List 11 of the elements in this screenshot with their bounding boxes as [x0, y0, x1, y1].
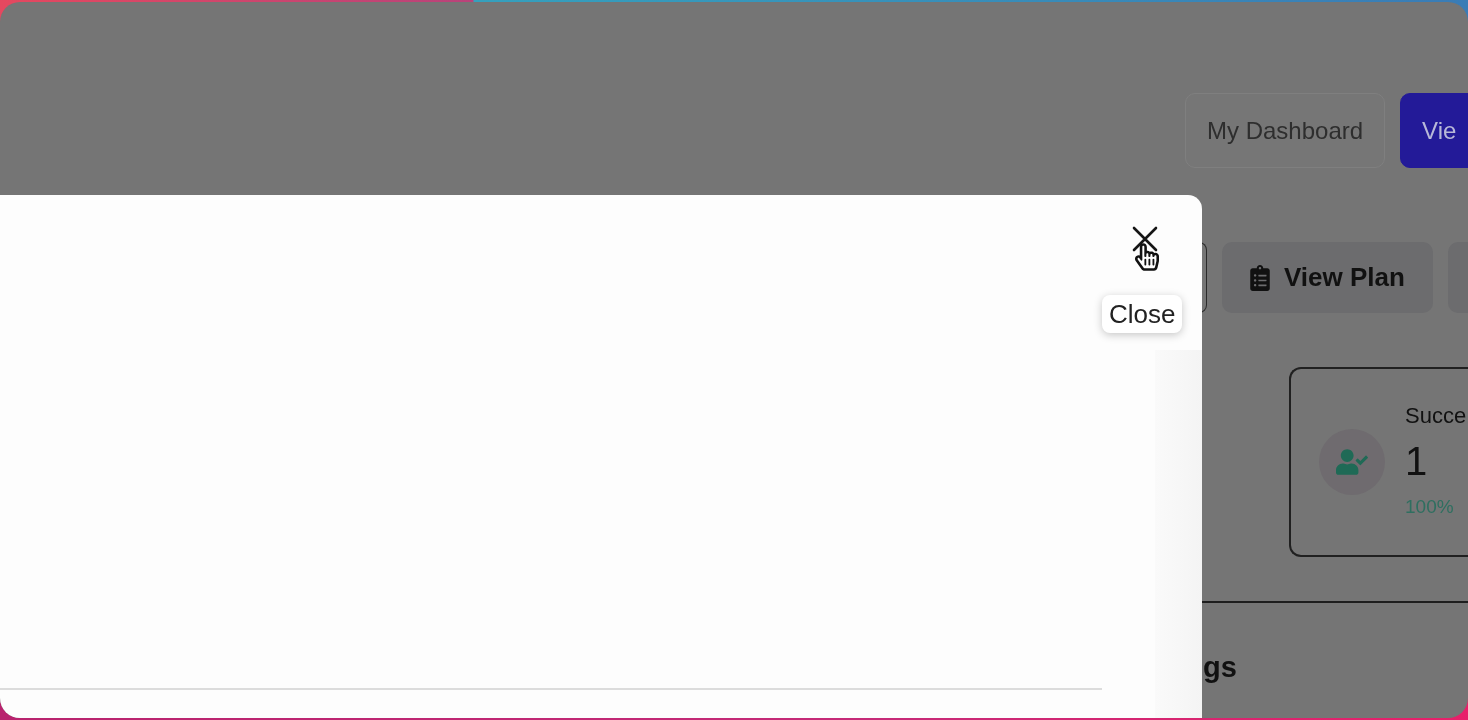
close-icon — [1132, 226, 1158, 252]
clipboard-icon — [1250, 264, 1270, 291]
stat-title: Succe — [1405, 402, 1467, 429]
view-plan-button[interactable]: View Plan — [1222, 242, 1433, 313]
view-button[interactable]: Vie — [1400, 93, 1468, 168]
stat-value: 1 — [1405, 438, 1428, 484]
close-tooltip: Close — [1102, 295, 1183, 333]
hand-cursor-icon — [1135, 242, 1159, 272]
section-heading: gs — [1203, 651, 1237, 684]
stat-change: 100% — [1405, 495, 1454, 518]
dashboard-button[interactable]: My Dashboard — [1185, 93, 1386, 168]
